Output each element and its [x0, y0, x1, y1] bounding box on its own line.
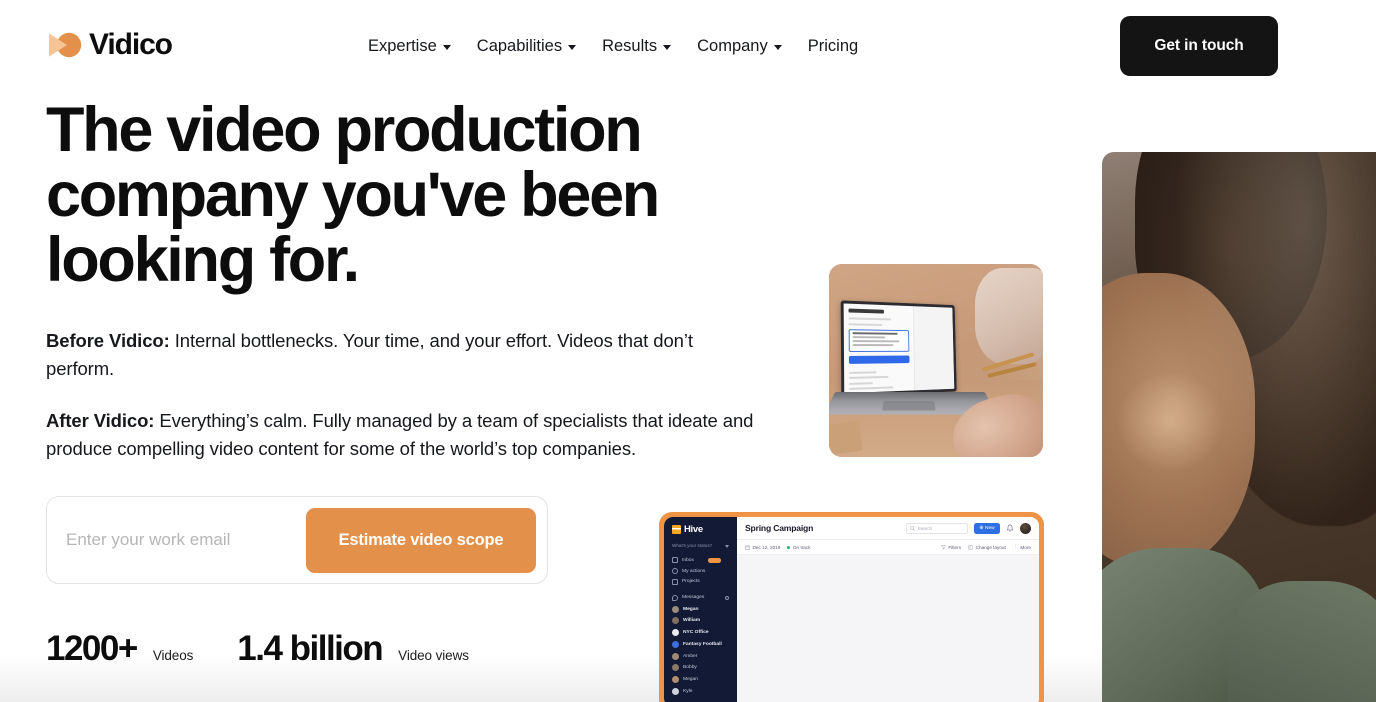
nav-item-pricing[interactable]: Pricing: [808, 34, 858, 58]
hive-new-label: New: [985, 526, 995, 531]
hive-status-chip[interactable]: On track: [787, 545, 810, 550]
hero-content: The video production company you've been…: [46, 98, 766, 666]
avatar[interactable]: [1020, 523, 1031, 534]
chevron-down-icon: [663, 45, 671, 50]
stat-label-views: Video views: [398, 648, 469, 663]
hive-search-input[interactable]: Search: [906, 523, 968, 534]
hive-more-label: More: [1020, 545, 1031, 550]
vidico-logo[interactable]: Vidico: [46, 30, 172, 60]
hive-content-canvas: [737, 555, 1039, 702]
chevron-down-icon: [443, 45, 451, 50]
nav-label-pricing: Pricing: [808, 34, 858, 58]
hive-change-layout-label: Change layout: [976, 545, 1006, 550]
nav-item-results[interactable]: Results: [602, 34, 671, 58]
hive-main-area: Spring Campaign Search ⊕ New Dec 12, 201…: [737, 517, 1039, 702]
laptop-photo-fabric: [975, 268, 1043, 364]
laptop-photo-card: [829, 264, 1043, 457]
hive-contact-label: Bobby: [683, 665, 697, 670]
laptop-form-line: [852, 340, 900, 342]
work-email-input[interactable]: [47, 510, 306, 570]
hero-stats: 1200+ Videos 1.4 billion Video views: [46, 631, 766, 666]
hive-project-title: Spring Campaign: [745, 523, 900, 533]
laptop-form-line: [852, 344, 893, 346]
laptop-form-panel: [844, 303, 915, 393]
hive-status-chip-label: On track: [793, 545, 811, 550]
estimate-video-scope-button[interactable]: Estimate video scope: [306, 508, 536, 573]
more-icon: ⋮: [1013, 544, 1018, 550]
bell-icon[interactable]: [1006, 524, 1014, 533]
stat-label-videos: Videos: [153, 648, 193, 663]
portrait-light-overlay: [1102, 152, 1376, 702]
hero-paragraph-before-lead: Before Vidico:: [46, 330, 170, 351]
laptop-trackpad: [882, 401, 936, 410]
hero-paragraph-after: After Vidico: Everything’s calm. Fully m…: [46, 407, 756, 463]
hive-contact-label: Megan: [683, 677, 698, 682]
vidico-play-mark-icon: [46, 32, 82, 58]
laptop-form-line: [849, 376, 889, 379]
avatar: [672, 676, 679, 683]
stat-value-videos: 1200+: [46, 631, 137, 666]
laptop-form-line: [849, 317, 892, 320]
laptop-form-continue-button: [849, 355, 910, 363]
nav-item-company[interactable]: Company: [697, 34, 782, 58]
hive-more-button[interactable]: ⋮ More: [1013, 544, 1031, 550]
hero-paragraph-after-lead: After Vidico:: [46, 410, 154, 431]
hive-contact-item[interactable]: Kyle: [670, 686, 731, 698]
nav-label-capabilities: Capabilities: [477, 34, 562, 58]
hive-contact-item[interactable]: Megan: [670, 674, 731, 686]
plus-icon: ⊕: [979, 525, 983, 531]
nav-item-expertise[interactable]: Expertise: [368, 34, 451, 58]
laptop-form-line: [852, 336, 885, 338]
chevron-down-icon: [774, 45, 782, 50]
laptop-form-line: [849, 382, 873, 385]
nav-label-results: Results: [602, 34, 657, 58]
nav-label-company: Company: [697, 34, 768, 58]
nav-item-capabilities[interactable]: Capabilities: [477, 34, 576, 58]
hive-new-button[interactable]: ⊕ New: [974, 523, 1000, 534]
get-in-touch-button[interactable]: Get in touch: [1120, 16, 1278, 76]
site-header: Vidico Expertise Capabilities Results Co…: [0, 0, 1376, 92]
hero-paragraph-before: Before Vidico: Internal bottlenecks. You…: [46, 327, 756, 383]
page-title: The video production company you've been…: [46, 98, 686, 293]
hive-toolbar: Spring Campaign Search ⊕ New: [737, 517, 1039, 540]
laptop-photo-envelope: [829, 421, 863, 456]
portrait-photo: [1102, 152, 1376, 702]
laptop-form-line: [849, 323, 882, 326]
layout-icon: [968, 545, 973, 550]
hive-filters-label: Filters: [948, 545, 961, 550]
hive-change-layout-button[interactable]: Change layout: [968, 545, 1006, 550]
hive-sub-toolbar: Dec 12, 2019 On track Filters Change lay…: [737, 540, 1039, 555]
laptop-form-title: [848, 309, 884, 314]
laptop-display: [844, 303, 955, 393]
status-dot-icon: [787, 546, 790, 549]
stat-value-views: 1.4 billion: [237, 631, 382, 666]
main-navigation: Expertise Capabilities Results Company P…: [368, 34, 858, 58]
chevron-down-icon: [568, 45, 576, 50]
hive-filters-button[interactable]: Filters: [941, 545, 961, 550]
filter-icon: [941, 545, 946, 550]
vidico-logo-text: Vidico: [89, 30, 172, 60]
nav-label-expertise: Expertise: [368, 34, 437, 58]
hive-search-placeholder: Search: [918, 526, 933, 531]
laptop-form-selected-option: [849, 329, 910, 352]
laptop-screen: [841, 300, 957, 396]
laptop-form-line: [852, 332, 898, 335]
hero-page: Vidico Expertise Capabilities Results Co…: [0, 0, 1376, 702]
search-icon: [910, 526, 915, 531]
email-capture-form: Estimate video scope: [46, 496, 548, 584]
laptop-form-line: [849, 371, 876, 374]
hive-contact-label: Kyle: [683, 689, 693, 694]
avatar: [672, 688, 679, 695]
laptop-form-line: [849, 386, 893, 390]
